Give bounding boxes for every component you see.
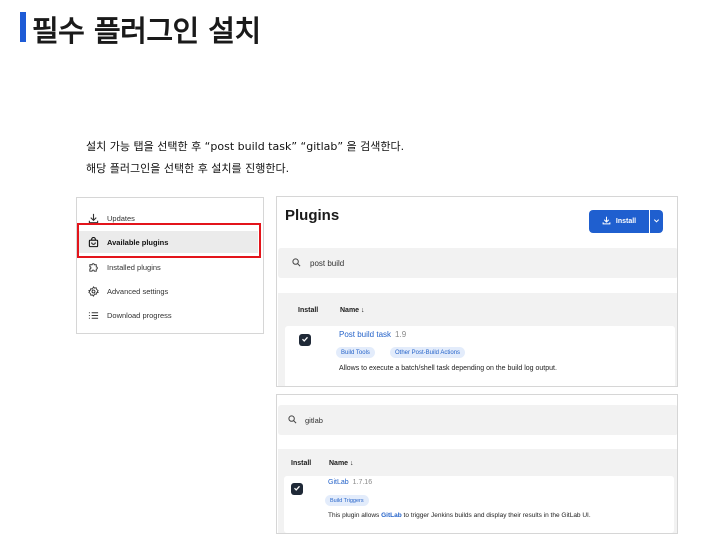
- plugin-table: Install Name ↓ GitLab 1.7.16 Build Trigge…: [278, 449, 677, 533]
- instruction-line-1: 설치 가능 탭을 선택한 후 “post build task” “gitlab…: [86, 140, 405, 153]
- description-text: to trigger Jenkins builds and display th…: [401, 512, 591, 519]
- tag-build-tools[interactable]: Build Tools: [336, 347, 375, 358]
- column-header-name[interactable]: Name ↓: [340, 307, 365, 314]
- plugin-version: 1.9: [395, 330, 407, 339]
- instruction-line-2: 해당 플러그인을 선택한 후 설치를 진행한다.: [86, 162, 290, 175]
- slide-title: 필수 플러그인 설치: [32, 14, 261, 48]
- column-header-install: Install: [291, 460, 312, 467]
- table-row: GitLab 1.7.16 Build Triggers This plugin …: [284, 476, 674, 533]
- sidebar-item-label: Download progress: [107, 310, 172, 320]
- install-button-label: Install: [615, 218, 637, 225]
- chevron-down-icon: [653, 217, 660, 226]
- sidebar-item-download-progress[interactable]: Download progress: [78, 304, 258, 326]
- plugins-panel-gitlab: gitlab Install Name ↓ GitLab 1.7.16 Build…: [276, 394, 678, 534]
- plugins-panel-post-build: Plugins Install post build Install Name …: [276, 196, 678, 387]
- page-title: Plugins: [285, 207, 340, 224]
- sidebar-item-label: Updates: [107, 213, 135, 223]
- search-icon: [292, 257, 301, 269]
- table-row: Post build task 1.9 Build Tools Other Pos…: [285, 326, 675, 386]
- plugin-name-link[interactable]: Post build task 1.9: [339, 330, 406, 339]
- search-icon: [288, 414, 297, 426]
- sidebar-item-advanced-settings[interactable]: Advanced settings: [78, 280, 258, 302]
- search-input[interactable]: post build: [278, 248, 677, 278]
- gear-icon: [87, 285, 99, 297]
- sidebar-item-label: Installed plugins: [107, 262, 161, 272]
- checkmark-icon: [293, 484, 301, 494]
- description-text: This plugin allows: [328, 512, 382, 519]
- install-checkbox[interactable]: [299, 334, 311, 346]
- plugin-name[interactable]: GitLab: [328, 479, 349, 486]
- plugin-description: Allows to execute a batch/shell task dep…: [339, 365, 557, 372]
- install-button[interactable]: Install: [589, 210, 649, 233]
- tag-other-post-build-actions[interactable]: Other Post-Build Actions: [390, 347, 466, 358]
- sidebar-item-label: Advanced settings: [107, 286, 169, 296]
- search-value: gitlab: [305, 415, 323, 425]
- checkmark-icon: [301, 335, 309, 345]
- tag-build-triggers[interactable]: Build Triggers: [325, 495, 369, 506]
- puzzle-icon: [87, 261, 99, 273]
- sidebar-item-installed-plugins[interactable]: Installed plugins: [78, 256, 258, 278]
- search-input[interactable]: gitlab: [278, 405, 677, 435]
- plugin-description: This plugin allows GitLab to trigger Jen…: [328, 512, 591, 519]
- plugin-name-link[interactable]: GitLab 1.7.16: [328, 479, 372, 486]
- plugin-name[interactable]: Post build task: [339, 330, 391, 339]
- plugin-manager-sidebar: Updates Available plugins Installed plug…: [76, 197, 264, 334]
- column-header-name[interactable]: Name ↓: [329, 460, 354, 467]
- search-value: post build: [310, 258, 345, 268]
- gitlab-link[interactable]: GitLab: [381, 512, 402, 519]
- highlight-annotation-box: [77, 223, 261, 258]
- list-icon: [87, 309, 99, 321]
- download-icon: [602, 216, 611, 227]
- column-header-install: Install: [298, 307, 319, 314]
- install-checkbox[interactable]: [291, 483, 303, 495]
- plugin-table: Install Name ↓ Post build task 1.9 Build …: [278, 293, 677, 386]
- plugin-version: 1.7.16: [352, 479, 373, 486]
- title-accent-bar: [20, 12, 26, 42]
- install-options-dropdown[interactable]: [650, 210, 663, 233]
